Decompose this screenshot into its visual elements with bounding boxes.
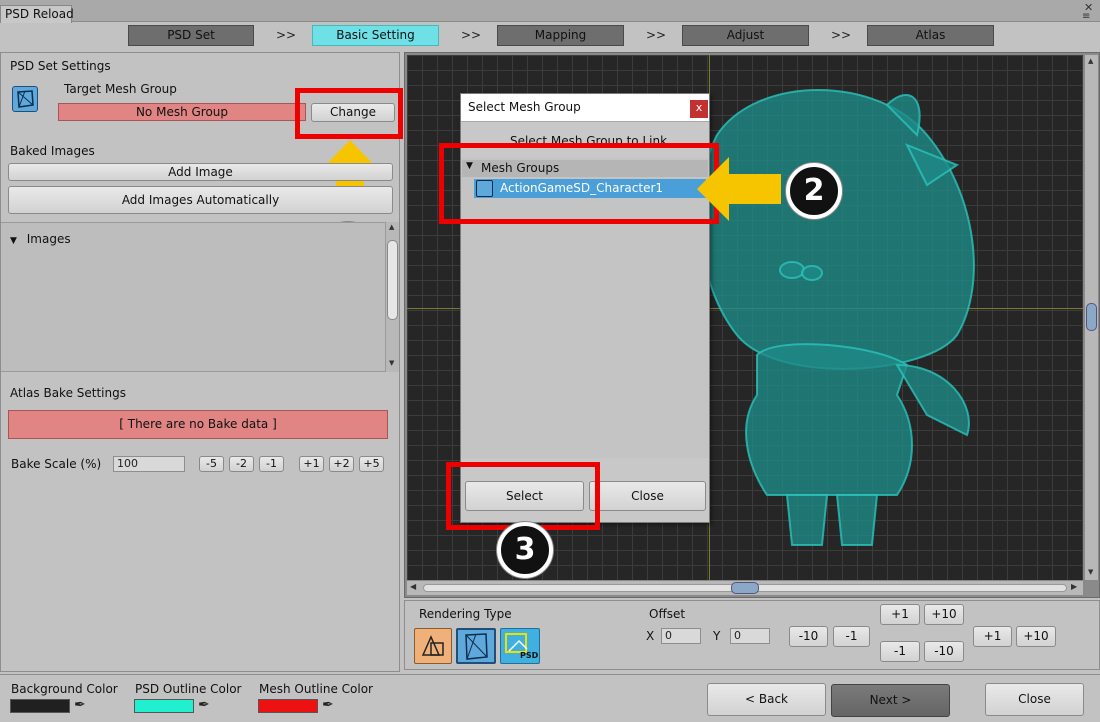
images-foldout[interactable]: ▼ Images — [10, 232, 71, 246]
window-menu-icon[interactable]: ≡ — [1082, 11, 1090, 22]
render-type-outline-button[interactable] — [414, 628, 452, 664]
offset-x-minus1-button[interactable]: -1 — [833, 626, 870, 647]
images-scrollbar[interactable]: ▲ ▼ — [385, 222, 399, 372]
render-type-psd-button[interactable]: PSD — [500, 628, 540, 664]
window-tab-title: PSD Reload — [5, 7, 74, 21]
viewport-hscroll-thumb[interactable] — [731, 582, 759, 594]
dialog-select-button[interactable]: Select — [465, 481, 584, 511]
scale-plus-1-button[interactable]: +1 — [299, 456, 324, 472]
eyedropper-icon[interactable]: ✒ — [322, 697, 334, 713]
psd-icon-text: PSD — [520, 651, 539, 660]
scroll-up-arrow-icon[interactable]: ▲ — [1088, 57, 1093, 65]
window-header — [0, 0, 1100, 22]
step-separator: >> — [831, 28, 852, 42]
offset-y-input[interactable]: 0 — [730, 628, 770, 644]
callout-number-3: 3 — [497, 522, 553, 578]
scale-minus-1-button[interactable]: -1 — [259, 456, 284, 472]
scale-minus-5-button[interactable]: -5 — [199, 456, 224, 472]
back-button[interactable]: < Back — [707, 683, 826, 716]
images-label: Images — [26, 232, 71, 246]
offset-x-plus10-button[interactable]: +10 — [1016, 626, 1056, 647]
add-images-auto-button[interactable]: Add Images Automatically — [8, 186, 393, 214]
add-image-button[interactable]: Add Image — [8, 163, 393, 181]
offset-x-minus10-button[interactable]: -10 — [789, 626, 828, 647]
no-bake-data-field: [ There are no Bake data ] — [8, 410, 388, 439]
arrow-left-icon — [697, 157, 781, 221]
step-mapping[interactable]: Mapping — [497, 25, 624, 46]
scroll-up-arrow-icon[interactable]: ▲ — [389, 223, 394, 231]
step-basic-setting[interactable]: Basic Setting — [312, 25, 439, 46]
window-tab[interactable]: PSD Reload — [0, 5, 74, 23]
psd-outline-color-swatch[interactable] — [134, 699, 194, 713]
offset-y-label: Y — [713, 629, 721, 643]
psd-outline-color-label: PSD Outline Color — [135, 682, 242, 696]
offset-x-input[interactable]: 0 — [661, 628, 701, 644]
mesh-group-icon — [12, 86, 38, 112]
eyedropper-icon[interactable]: ✒ — [74, 697, 86, 713]
tree-header[interactable]: ▼ Mesh Groups — [462, 160, 708, 177]
viewport-vscrollbar[interactable]: ▲ ▼ — [1085, 55, 1098, 580]
scroll-right-arrow-icon[interactable]: ▶ — [1071, 582, 1077, 591]
viewport-vscroll-thumb[interactable] — [1086, 303, 1097, 331]
mesh-group-tree — [461, 158, 709, 458]
dialog-subtitle: Select Mesh Group to Link — [510, 134, 668, 148]
tree-item-selected[interactable]: ActionGameSD_Character1 — [474, 179, 706, 198]
step-separator: >> — [276, 28, 297, 42]
change-button[interactable]: Change — [311, 103, 395, 122]
mesh-outline-color-swatch[interactable] — [258, 699, 318, 713]
outline-render-icon — [421, 635, 444, 656]
dialog-close-button[interactable]: Close — [589, 481, 706, 511]
render-type-mesh-button[interactable] — [456, 628, 496, 664]
offset-y-minus10-button[interactable]: -10 — [924, 641, 964, 662]
offset-y-minus1-button[interactable]: -1 — [880, 641, 920, 662]
offset-y-plus10-button[interactable]: +10 — [924, 604, 964, 625]
scale-plus-2-button[interactable]: +2 — [329, 456, 354, 472]
scroll-down-arrow-icon[interactable]: ▼ — [1088, 568, 1093, 576]
next-button[interactable]: Next > — [831, 684, 950, 717]
character-preview-image — [698, 89, 975, 546]
rendering-type-label: Rendering Type — [419, 607, 512, 621]
scale-minus-2-button[interactable]: -2 — [229, 456, 254, 472]
viewport-hscrollbar[interactable]: ◀ ▶ — [407, 581, 1083, 595]
step-separator: >> — [461, 28, 482, 42]
scale-plus-5-button[interactable]: +5 — [359, 456, 384, 472]
scroll-down-arrow-icon[interactable]: ▼ — [389, 359, 394, 367]
offset-y-plus1-button[interactable]: +1 — [880, 604, 920, 625]
background-color-swatch[interactable] — [10, 699, 70, 713]
dialog-close-icon[interactable]: x — [690, 100, 708, 118]
tree-header-label: Mesh Groups — [481, 161, 560, 175]
step-atlas[interactable]: Atlas — [867, 25, 994, 46]
target-mesh-group-label: Target Mesh Group — [64, 82, 177, 96]
step-psd-set[interactable]: PSD Set — [128, 25, 254, 46]
bake-scale-input[interactable]: 100 — [113, 456, 185, 472]
baked-images-heading: Baked Images — [10, 144, 95, 158]
mesh-group-icon — [476, 180, 493, 197]
psd-set-settings-heading: PSD Set Settings — [10, 59, 111, 73]
bake-scale-label: Bake Scale (%) — [11, 457, 102, 471]
mesh-outline-color-label: Mesh Outline Color — [259, 682, 373, 696]
scroll-left-arrow-icon[interactable]: ◀ — [410, 582, 416, 591]
eyedropper-icon[interactable]: ✒ — [198, 697, 210, 713]
mesh-render-icon — [465, 633, 488, 660]
scrollbar-thumb[interactable] — [387, 240, 398, 320]
offset-x-plus1-button[interactable]: +1 — [973, 626, 1012, 647]
tree-item-label: ActionGameSD_Character1 — [500, 181, 664, 195]
offset-x-label: X — [646, 629, 655, 643]
dialog-title: Select Mesh Group — [468, 100, 581, 114]
step-separator: >> — [646, 28, 667, 42]
step-adjust[interactable]: Adjust — [682, 25, 809, 46]
offset-label: Offset — [649, 607, 686, 621]
background-color-label: Background Color — [11, 682, 118, 696]
triangle-down-icon: ▼ — [466, 161, 473, 171]
triangle-down-icon: ▼ — [10, 236, 17, 246]
footer-close-button[interactable]: Close — [985, 683, 1084, 716]
atlas-bake-settings-heading: Atlas Bake Settings — [10, 386, 126, 400]
callout-number-2: 2 — [786, 163, 842, 219]
mesh-group-field: No Mesh Group — [58, 103, 306, 121]
